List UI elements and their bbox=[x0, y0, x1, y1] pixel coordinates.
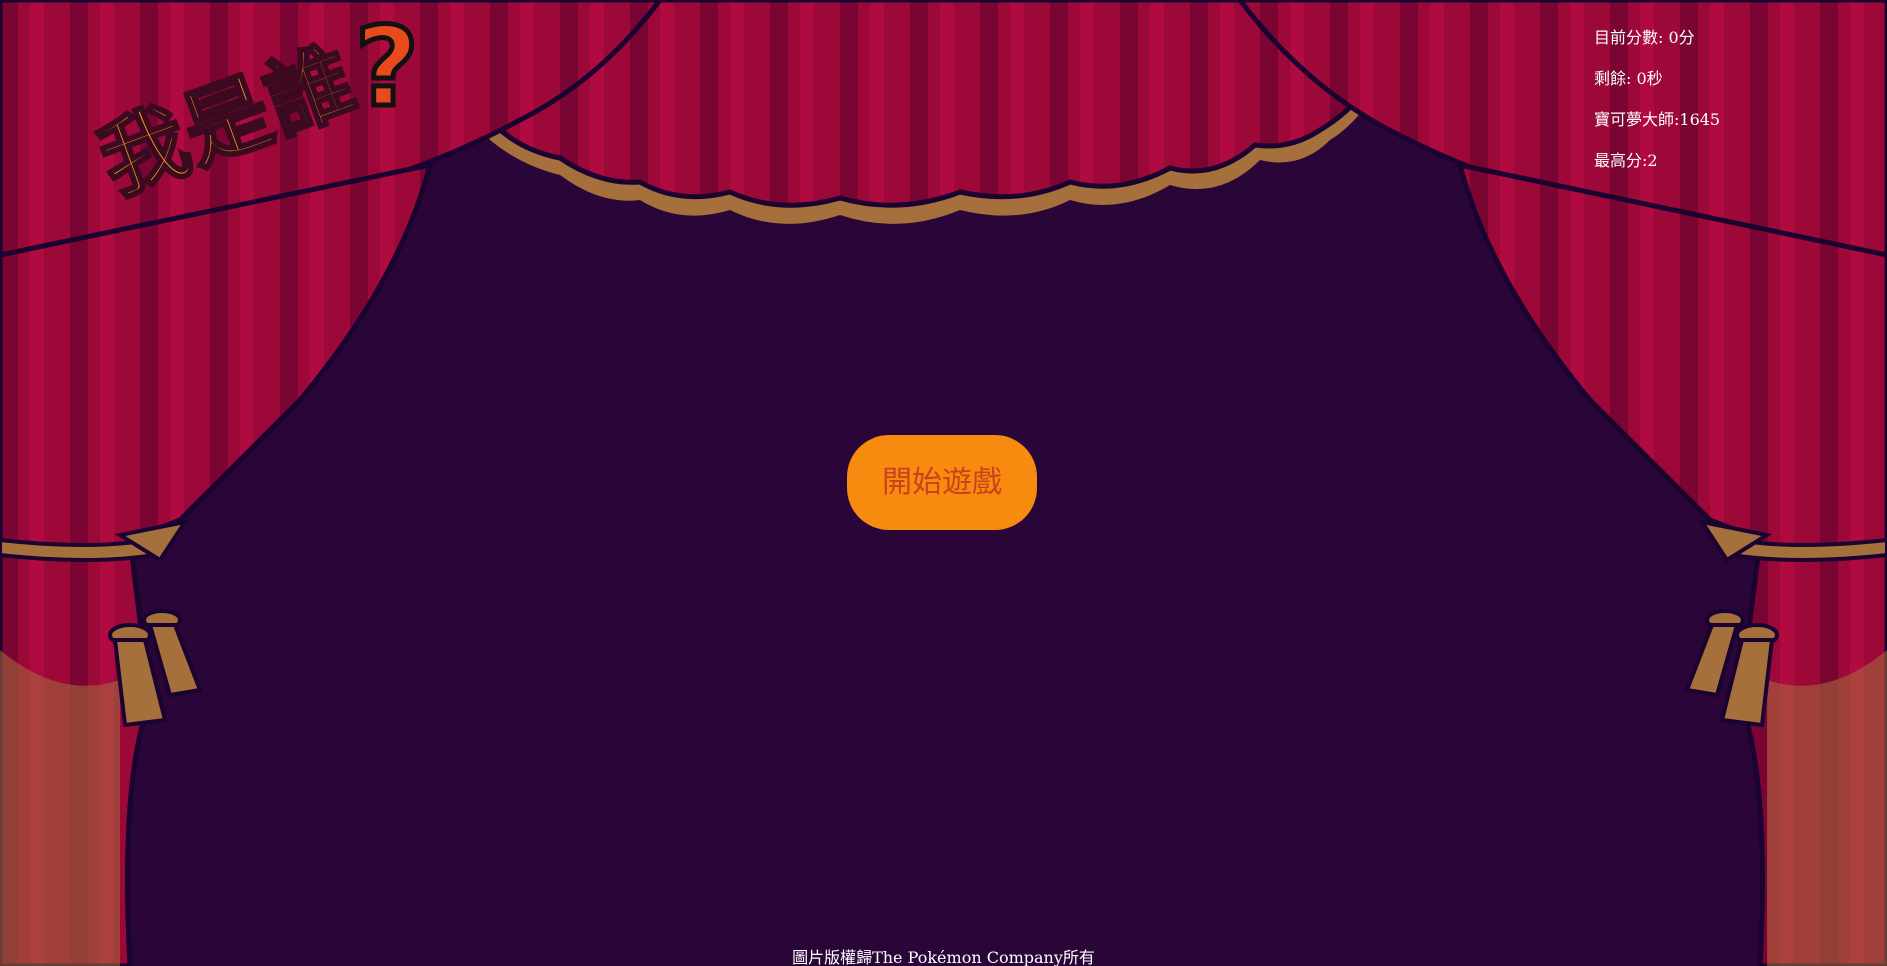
high-score: 最高分:2 bbox=[1594, 151, 1658, 170]
game-stage: 我是誰 ? 目前分數: 0分 剩餘: 0秒 寶可夢大師:1645 最高分:2 開… bbox=[0, 0, 1887, 966]
game-logo: 我是誰 ? bbox=[70, 10, 430, 250]
score-panel: 目前分數: 0分 剩餘: 0秒 寶可夢大師:1645 最高分:2 bbox=[1594, 28, 1720, 192]
pokemon-master-count: 寶可夢大師:1645 bbox=[1594, 110, 1721, 129]
start-game-button[interactable]: 開始遊戲 bbox=[847, 435, 1037, 530]
copyright-notice: 圖片版權歸The Pokémon Company所有 bbox=[792, 948, 1095, 966]
game-logo-title: 我是誰 bbox=[86, 28, 371, 215]
time-remaining: 剩餘: 0秒 bbox=[1594, 69, 1663, 88]
question-mark-glyph: ? bbox=[355, 10, 419, 130]
current-score: 目前分數: 0分 bbox=[1594, 28, 1695, 47]
question-mark-icon: ? bbox=[353, 10, 422, 130]
